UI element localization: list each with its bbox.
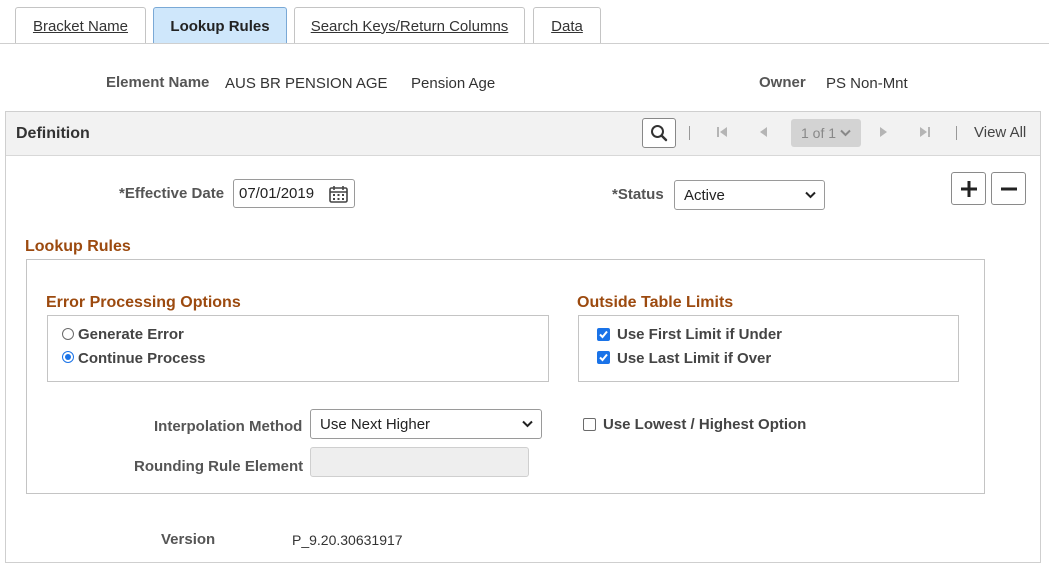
interpolation-method-label: Interpolation Method [154, 418, 303, 435]
use-last-limit-label: Use Last Limit if Over [617, 350, 772, 367]
tab-bar: Bracket Name Lookup Rules Search Keys/Re… [0, 0, 1049, 44]
rounding-rule-element-label: Rounding Rule Element [134, 458, 304, 475]
element-description: Pension Age [411, 75, 496, 92]
interpolation-method-value: Use Next Higher [320, 415, 431, 433]
owner-label: Owner [759, 74, 806, 91]
previous-icon[interactable] [758, 125, 768, 142]
version-label: Version [161, 531, 216, 548]
effective-date-label: *Effective Date [119, 185, 225, 202]
tab-bracket-name[interactable]: Bracket Name [15, 7, 146, 44]
version-value: P_9.20.30631917 [292, 532, 403, 548]
search-button[interactable] [642, 118, 676, 148]
next-icon[interactable] [879, 125, 889, 142]
tab-label: Data [551, 17, 583, 35]
delete-row-button[interactable] [991, 172, 1026, 205]
use-lowest-highest-label: Use Lowest / Highest Option [603, 416, 807, 433]
search-icon [651, 125, 668, 142]
chevron-down-icon [840, 129, 851, 137]
element-name-label: Element Name [106, 74, 210, 91]
error-processing-title: Error Processing Options [46, 294, 241, 311]
chevron-down-icon [805, 191, 816, 199]
checkmark-icon [599, 330, 608, 339]
add-row-button[interactable] [951, 172, 986, 205]
outside-table-limits-title: Outside Table Limits [577, 294, 734, 311]
view-all-link[interactable]: View All [974, 124, 1026, 141]
effective-date-value: 07/01/2019 [239, 185, 315, 202]
plus-icon [960, 180, 977, 197]
calendar-icon[interactable] [329, 185, 348, 203]
lookup-rules-title: Lookup Rules [25, 238, 131, 255]
tab-data[interactable]: Data [533, 7, 601, 44]
tab-divider [0, 43, 1049, 44]
tab-label: Lookup Rules [170, 17, 270, 35]
separator [689, 126, 690, 140]
definition-title: Definition [16, 125, 90, 142]
continue-process-label: Continue Process [78, 350, 206, 367]
minus-icon [1000, 187, 1017, 190]
checkmark-icon [599, 353, 608, 362]
status-label: *Status [612, 186, 664, 203]
definition-header: Definition 1 of 1 View All [6, 112, 1040, 156]
generate-error-label: Generate Error [78, 326, 184, 343]
first-page-icon[interactable] [716, 125, 728, 142]
status-value: Active [684, 186, 725, 204]
interpolation-method-select[interactable]: Use Next Higher [310, 409, 542, 439]
effective-date-field[interactable]: 07/01/2019 [233, 179, 355, 208]
tab-lookup-rules[interactable]: Lookup Rules [153, 7, 287, 44]
last-page-icon[interactable] [919, 125, 931, 142]
row-pager-select[interactable]: 1 of 1 [791, 119, 861, 147]
status-select[interactable]: Active [674, 180, 825, 210]
pager-text: 1 of 1 [800, 125, 837, 141]
use-first-limit-label: Use First Limit if Under [617, 326, 783, 343]
tab-search-keys-return-columns[interactable]: Search Keys/Return Columns [294, 7, 525, 44]
generate-error-radio[interactable] [62, 328, 74, 340]
owner-value: PS Non-Mnt [826, 75, 908, 92]
rounding-rule-element-field [310, 447, 529, 477]
use-last-limit-checkbox[interactable] [597, 351, 610, 364]
tab-label: Search Keys/Return Columns [310, 17, 509, 35]
chevron-down-icon [522, 420, 533, 428]
use-first-limit-checkbox[interactable] [597, 328, 610, 341]
element-name-value: AUS BR PENSION AGE [225, 75, 388, 92]
tab-label: Bracket Name [32, 17, 129, 35]
use-lowest-highest-checkbox[interactable] [583, 418, 596, 431]
continue-process-radio[interactable] [62, 351, 74, 363]
separator [956, 126, 957, 140]
